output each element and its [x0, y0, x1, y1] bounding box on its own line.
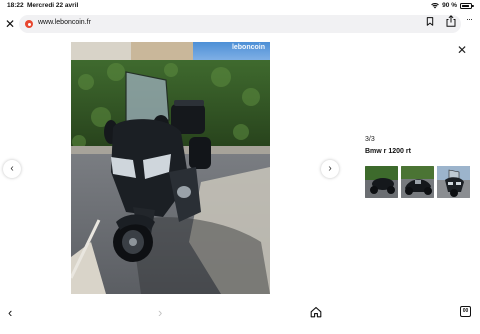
- thumbnail-1-image: [365, 166, 398, 198]
- browser-toolbar: ✕ www.leboncoin.fr: [0, 12, 480, 36]
- close-gallery-icon[interactable]: ✕: [456, 44, 468, 56]
- wifi-icon: [431, 2, 440, 8]
- bookmark-icon[interactable]: [426, 17, 434, 26]
- tabs-icon[interactable]: 00: [460, 306, 471, 317]
- thumbnail-2-image: [401, 166, 434, 198]
- status-right: 90 %: [431, 2, 474, 9]
- more-options-icon[interactable]: ···: [466, 15, 476, 24]
- close-icon[interactable]: ✕: [4, 17, 16, 31]
- battery-icon: [460, 2, 474, 9]
- share-icon[interactable]: [446, 15, 456, 27]
- url-bar[interactable]: www.leboncoin.fr: [19, 15, 461, 33]
- chevron-left-icon[interactable]: ‹: [3, 160, 21, 178]
- watermark-text: leboncoin: [231, 44, 265, 51]
- status-time: 18:22: [7, 2, 24, 9]
- battery-percent: 90 %: [442, 2, 457, 9]
- motorcycle-image: [71, 42, 270, 294]
- photo-counter: 3/3: [365, 136, 375, 143]
- main-photo[interactable]: leboncoin: [71, 42, 270, 294]
- back-arrow-icon[interactable]: ‹: [8, 306, 20, 320]
- thumbnail-3-image: [437, 166, 470, 198]
- site-favicon-icon: [25, 20, 33, 28]
- bottom-toolbar: ‹ › 00: [0, 300, 480, 334]
- thumbnail-strip: [365, 166, 470, 198]
- home-icon[interactable]: [310, 306, 322, 318]
- thumbnail-1[interactable]: [365, 166, 398, 198]
- forward-arrow-icon[interactable]: ›: [158, 306, 170, 320]
- battery-level: [462, 4, 470, 7]
- chevron-right-icon[interactable]: ›: [321, 160, 339, 178]
- thumbnail-2[interactable]: [401, 166, 434, 198]
- ad-title: Bmw r 1200 rt: [365, 148, 411, 155]
- thumbnail-3[interactable]: [437, 166, 470, 198]
- status-date: Mercredi 22 avril: [27, 2, 79, 9]
- status-bar: 18:22 Mercredi 22 avril 90 %: [0, 0, 480, 12]
- url-text: www.leboncoin.fr: [38, 19, 91, 26]
